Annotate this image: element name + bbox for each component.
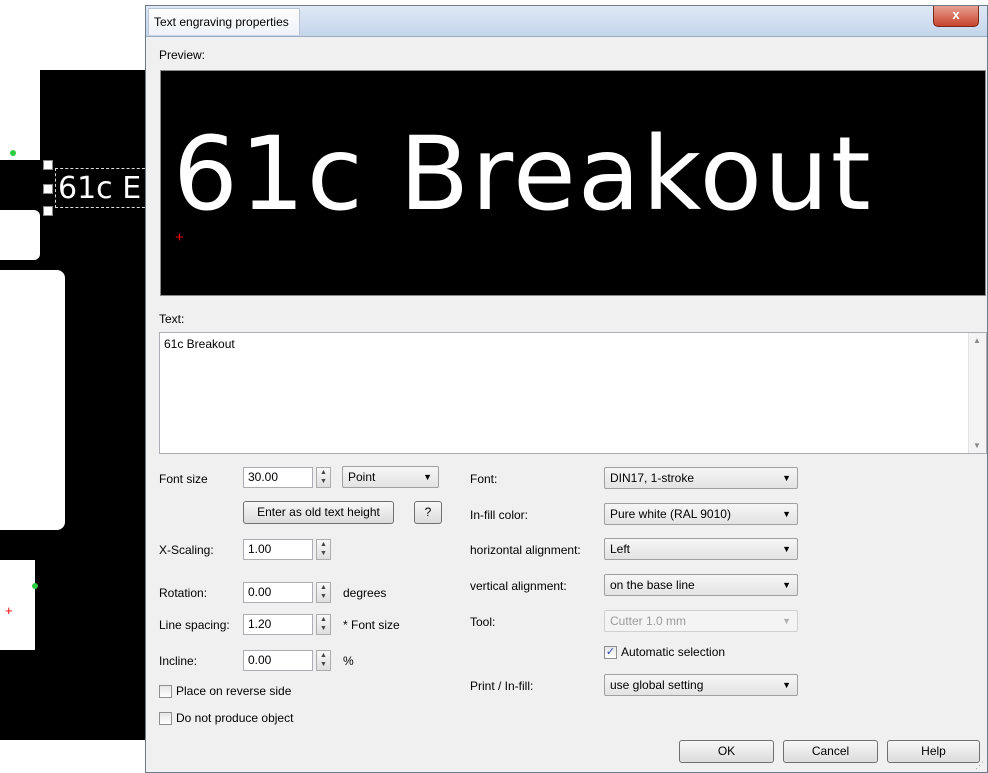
origin-cross-icon: + bbox=[175, 229, 184, 246]
font-select-value: DIN17, 1-stroke bbox=[610, 471, 695, 485]
h-align-label: horizontal alignment: bbox=[470, 543, 581, 557]
spin-down-icon[interactable]: ▼ bbox=[317, 477, 330, 486]
spin-up-icon[interactable]: ▲ bbox=[317, 583, 330, 592]
print-infill-value: use global setting bbox=[610, 678, 704, 692]
anchor-point-icon bbox=[32, 583, 38, 589]
infill-color-label: In-fill color: bbox=[470, 508, 529, 522]
place-reverse-label[interactable]: Place on reverse side bbox=[176, 684, 291, 698]
v-align-value: on the base line bbox=[610, 578, 695, 592]
chevron-down-icon: ▼ bbox=[782, 580, 791, 590]
board-notch bbox=[0, 70, 40, 160]
title-bar[interactable]: Text engraving properties x bbox=[146, 6, 987, 37]
help-small-button[interactable]: ? bbox=[414, 501, 442, 524]
scroll-down-icon[interactable]: ▼ bbox=[973, 441, 981, 450]
font-size-label: Font size bbox=[159, 472, 208, 486]
font-size-spinner[interactable]: ▲ ▼ bbox=[316, 467, 331, 488]
enter-old-height-button[interactable]: Enter as old text height bbox=[243, 501, 394, 524]
selection-handle[interactable] bbox=[43, 206, 53, 216]
board-notch bbox=[0, 210, 40, 260]
cancel-button[interactable]: Cancel bbox=[783, 740, 878, 763]
preview-label: Preview: bbox=[159, 48, 206, 62]
rotation-label: Rotation: bbox=[159, 586, 208, 600]
place-reverse-checkbox[interactable] bbox=[159, 685, 172, 698]
line-spacing-unit: * Font size bbox=[343, 618, 400, 632]
close-icon: x bbox=[952, 7, 960, 22]
rotation-input[interactable]: 0.00 bbox=[243, 582, 313, 603]
chevron-down-icon: ▼ bbox=[782, 680, 791, 690]
text-engraving-dialog: Text engraving properties x Preview: 61c… bbox=[145, 5, 988, 773]
print-infill-select[interactable]: use global setting ▼ bbox=[604, 674, 798, 696]
spin-up-icon[interactable]: ▲ bbox=[317, 651, 330, 660]
incline-spinner[interactable]: ▲ ▼ bbox=[316, 650, 331, 671]
close-button[interactable]: x bbox=[933, 6, 979, 27]
no-produce-label[interactable]: Do not produce object bbox=[176, 711, 293, 725]
spin-up-icon[interactable]: ▲ bbox=[317, 540, 330, 549]
cad-canvas[interactable]: 61c E + bbox=[0, 0, 150, 773]
chevron-down-icon: ▼ bbox=[782, 544, 791, 554]
infill-color-select[interactable]: Pure white (RAL 9010) ▼ bbox=[604, 503, 798, 525]
x-scaling-label: X-Scaling: bbox=[159, 543, 214, 557]
font-size-input[interactable]: 30.00 bbox=[243, 467, 313, 488]
preview-text: 61c Breakout bbox=[173, 115, 873, 234]
board-notch bbox=[0, 270, 65, 530]
incline-unit: % bbox=[343, 654, 354, 668]
spin-down-icon[interactable]: ▼ bbox=[317, 592, 330, 601]
checkmark-icon: ✓ bbox=[605, 646, 616, 658]
chevron-down-icon: ▼ bbox=[782, 473, 791, 483]
spin-up-icon[interactable]: ▲ bbox=[317, 615, 330, 624]
canvas-text-object[interactable]: 61c E bbox=[55, 168, 150, 208]
selection-handle[interactable] bbox=[43, 184, 53, 194]
font-label: Font: bbox=[470, 472, 498, 486]
unit-select[interactable]: Point ▼ bbox=[342, 466, 439, 488]
unit-select-value: Point bbox=[348, 470, 376, 484]
infill-color-value: Pure white (RAL 9010) bbox=[610, 507, 731, 521]
spin-down-icon[interactable]: ▼ bbox=[317, 624, 330, 633]
line-spacing-label: Line spacing: bbox=[159, 618, 230, 632]
spin-down-icon[interactable]: ▼ bbox=[317, 660, 330, 669]
h-align-value: Left bbox=[610, 542, 631, 556]
no-produce-checkbox[interactable] bbox=[159, 712, 172, 725]
v-align-label: vertical alignment: bbox=[470, 579, 567, 593]
line-spacing-spinner[interactable]: ▲ ▼ bbox=[316, 614, 331, 635]
resize-grip-icon[interactable]: ⋰ bbox=[975, 760, 985, 770]
tool-label: Tool: bbox=[470, 615, 496, 629]
x-scaling-input[interactable]: 1.00 bbox=[243, 539, 313, 560]
anchor-point-icon bbox=[10, 150, 16, 156]
text-input[interactable]: 61c Breakout ▲ ▼ bbox=[159, 332, 987, 454]
auto-select-checkbox[interactable]: ✓ bbox=[604, 646, 617, 659]
v-align-select[interactable]: on the base line ▼ bbox=[604, 574, 798, 596]
ok-button[interactable]: OK bbox=[679, 740, 774, 763]
text-label: Text: bbox=[159, 312, 185, 326]
rotation-spinner[interactable]: ▲ ▼ bbox=[316, 582, 331, 603]
tool-select: Cutter 1.0 mm ▼ bbox=[604, 610, 798, 632]
tool-value: Cutter 1.0 mm bbox=[610, 614, 687, 628]
origin-cross-icon: + bbox=[5, 603, 13, 618]
print-infill-label: Print / In-fill: bbox=[470, 679, 534, 693]
chevron-down-icon: ▼ bbox=[782, 616, 791, 626]
selection-handle[interactable] bbox=[43, 160, 53, 170]
incline-label: Incline: bbox=[159, 654, 198, 668]
incline-input[interactable]: 0.00 bbox=[243, 650, 313, 671]
h-align-select[interactable]: Left ▼ bbox=[604, 538, 798, 560]
spin-down-icon[interactable]: ▼ bbox=[317, 549, 330, 558]
text-input-value: 61c Breakout bbox=[164, 337, 235, 351]
dialog-title: Text engraving properties bbox=[148, 8, 300, 35]
spin-up-icon[interactable]: ▲ bbox=[317, 468, 330, 477]
text-scrollbar[interactable]: ▲ ▼ bbox=[968, 333, 986, 453]
rotation-unit: degrees bbox=[343, 586, 387, 600]
font-select[interactable]: DIN17, 1-stroke ▼ bbox=[604, 467, 798, 489]
x-scaling-spinner[interactable]: ▲ ▼ bbox=[316, 539, 331, 560]
preview-panel: 61c Breakout + bbox=[160, 70, 986, 296]
help-button[interactable]: Help bbox=[887, 740, 980, 763]
scroll-up-icon[interactable]: ▲ bbox=[973, 336, 981, 345]
auto-select-label[interactable]: Automatic selection bbox=[621, 645, 725, 659]
chevron-down-icon: ▼ bbox=[423, 472, 432, 482]
line-spacing-input[interactable]: 1.20 bbox=[243, 614, 313, 635]
chevron-down-icon: ▼ bbox=[782, 509, 791, 519]
